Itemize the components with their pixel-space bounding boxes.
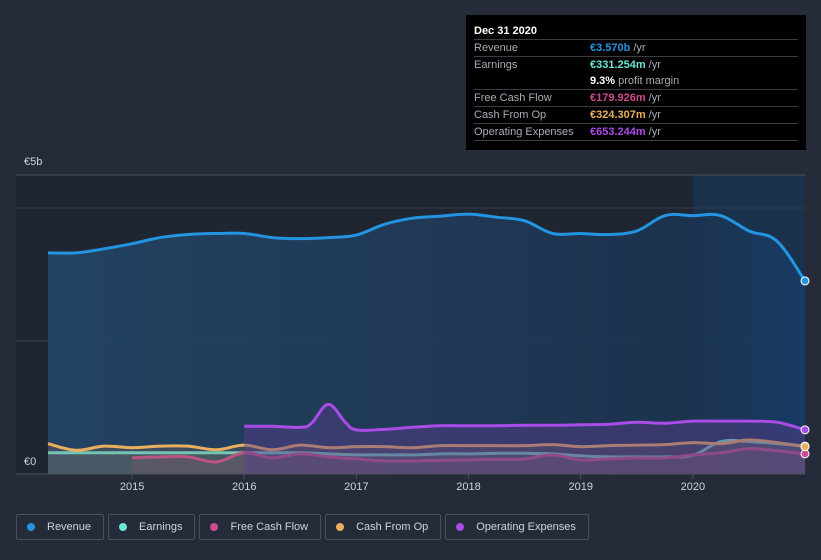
tooltip-label: Cash From Op <box>474 109 547 121</box>
end-marker-operating-expenses <box>800 425 810 435</box>
tooltip-row-profit-margin: 9.3% profit margin <box>474 73 798 89</box>
legend-dot-icon <box>456 523 465 531</box>
legend: Revenue Earnings Free Cash Flow Cash From O… <box>16 514 589 540</box>
y-tick-label-max: €5b <box>24 156 43 168</box>
y-tick-label-zero: €0 <box>24 456 37 468</box>
end-marker-revenue <box>800 276 810 286</box>
tooltip: Dec 31 2020 Revenue €3.570b/yr Earnings €33… <box>466 15 806 150</box>
series-layer <box>47 212 807 474</box>
legend-label: Cash From Op <box>356 521 429 533</box>
tooltip-unit: /yr <box>648 126 661 138</box>
tooltip-row-earnings: Earnings €331.254m/yr <box>474 56 798 73</box>
x-tick-label-2018: 2018 <box>456 481 481 493</box>
legend-dot-icon <box>336 523 345 531</box>
legend-item-revenue[interactable]: Revenue <box>16 514 105 540</box>
tooltip-unit: /yr <box>648 109 661 121</box>
tooltip-value: €179.926m <box>590 92 646 104</box>
tooltip-label <box>474 73 590 89</box>
legend-dot-icon <box>119 523 128 531</box>
tooltip-value: €3.570b <box>590 42 631 54</box>
legend-label: Operating Expenses <box>476 521 576 533</box>
tooltip-label: Operating Expenses <box>474 126 574 138</box>
tooltip-unit: /yr <box>633 42 646 54</box>
legend-dot-icon <box>210 523 219 531</box>
legend-label: Earnings <box>139 521 183 533</box>
tooltip-row-revenue: Revenue €3.570b/yr <box>474 39 798 56</box>
x-ticks <box>131 474 694 479</box>
legend-item-operating-expenses[interactable]: Operating Expenses <box>445 514 589 540</box>
x-tick-label-2017: 2017 <box>344 481 369 493</box>
tooltip-value: €331.254m <box>590 59 646 71</box>
tooltip-row-cash-from-op: Cash From Op €324.307m/yr <box>474 106 798 123</box>
x-tick-label-2019: 2019 <box>568 481 593 493</box>
tooltip-unit: /yr <box>648 59 661 71</box>
legend-dot-icon <box>27 523 35 531</box>
x-tick-label-2016: 2016 <box>232 481 257 493</box>
legend-item-cash-from-op[interactable]: Cash From Op <box>325 514 442 540</box>
tooltip-row-operating-expenses: Operating Expenses €653.244m/yr <box>474 123 798 141</box>
tooltip-value: 9.3% <box>590 75 616 87</box>
legend-item-earnings[interactable]: Earnings <box>108 514 196 540</box>
tooltip-value: €653.244m <box>590 126 646 138</box>
tooltip-value: €324.307m <box>590 109 646 121</box>
tooltip-label: Free Cash Flow <box>474 92 552 104</box>
legend-label: Revenue <box>47 521 92 533</box>
tooltip-label: Revenue <box>474 42 519 54</box>
end-marker-cash-from-op <box>800 442 810 452</box>
x-tick-label-2020: 2020 <box>680 481 706 493</box>
legend-label: Free Cash Flow <box>230 521 309 533</box>
legend-item-free-cash-flow[interactable]: Free Cash Flow <box>199 514 322 540</box>
tooltip-rows: Revenue €3.570b/yr Earnings €331.254m/yr 9.3… <box>474 39 798 141</box>
tooltip-unit: /yr <box>648 92 661 104</box>
tooltip-label: Earnings <box>474 59 518 71</box>
tooltip-row-free-cash-flow: Free Cash Flow €179.926m/yr <box>474 89 798 106</box>
tooltip-unit: profit margin <box>618 75 680 87</box>
tooltip-date: Dec 31 2020 <box>474 25 537 37</box>
x-tick-label-2015: 2015 <box>119 481 145 493</box>
